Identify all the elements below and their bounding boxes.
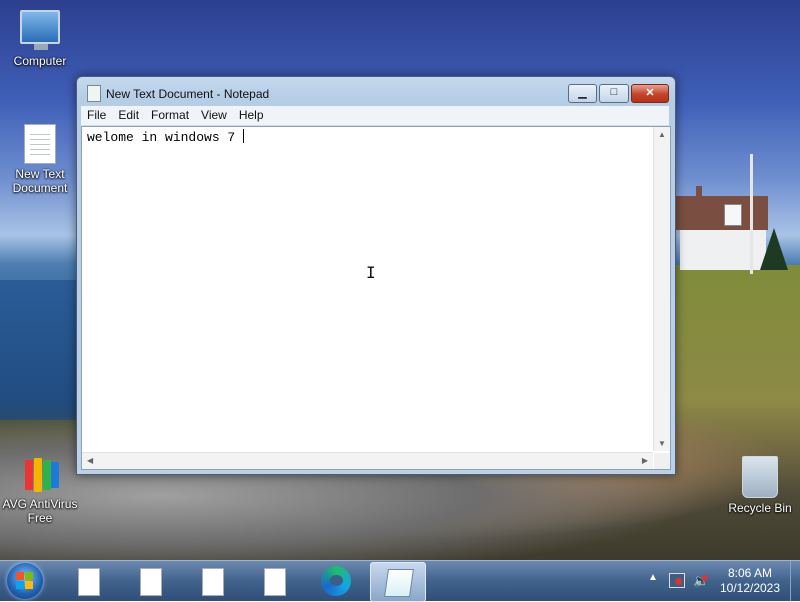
- ibeam-cursor-icon: Ι: [366, 263, 376, 282]
- document-icon: [202, 568, 224, 596]
- desktop-icon-computer[interactable]: Computer: [1, 10, 79, 68]
- start-button[interactable]: [7, 563, 43, 599]
- desktop-icon-avg-antivirus[interactable]: AVG AntiVirus Free: [1, 456, 79, 525]
- horizontal-scrollbar[interactable]: ◀ ▶: [82, 452, 653, 469]
- windows-start-icon: [16, 572, 34, 590]
- desktop-icon-recycle-bin[interactable]: Recycle Bin: [721, 456, 799, 515]
- show-desktop-button[interactable]: [790, 561, 800, 601]
- desktop-icon-new-text-document[interactable]: New Text Document: [1, 124, 79, 195]
- window-title: New Text Document - Notepad: [106, 87, 270, 101]
- desktop-icon-label: Recycle Bin: [728, 501, 792, 515]
- maximize-icon: □: [610, 86, 618, 98]
- desktop-icon-label: New Text Document: [12, 167, 68, 195]
- desktop-icon-label: AVG AntiVirus Free: [2, 497, 78, 525]
- clock[interactable]: 8:06 AM 10/12/2023: [714, 566, 786, 596]
- menu-view[interactable]: View: [195, 106, 233, 123]
- minimize-button[interactable]: ▁: [568, 84, 597, 103]
- taskbar-edge[interactable]: [309, 562, 363, 600]
- resize-grip[interactable]: [654, 453, 670, 469]
- taskbar: ▲ 🔈 8:06 AM 10/12/2023: [0, 560, 800, 602]
- text-caret: [243, 129, 245, 143]
- taskbar-document-1[interactable]: [61, 562, 115, 600]
- document-icon: [140, 568, 162, 596]
- wallpaper-house: [676, 186, 768, 272]
- clock-date: 10/12/2023: [719, 581, 781, 595]
- edge-icon: [321, 566, 351, 596]
- document-text[interactable]: welome in windows 7: [87, 129, 245, 145]
- close-button[interactable]: ✕: [631, 84, 669, 103]
- vertical-scrollbar[interactable]: ▲ ▼: [653, 127, 670, 451]
- taskbar-document-4[interactable]: [247, 562, 301, 600]
- document-icon: [264, 568, 286, 596]
- desktop-icon-label: Computer: [13, 54, 67, 68]
- maximize-button[interactable]: □: [599, 84, 629, 103]
- menu-help[interactable]: Help: [233, 106, 270, 123]
- menu-file[interactable]: File: [81, 106, 112, 123]
- taskbar-document-3[interactable]: [185, 562, 239, 600]
- taskbar-document-2[interactable]: [123, 562, 177, 600]
- menu-edit[interactable]: Edit: [112, 106, 145, 123]
- document-content: welome in windows 7: [87, 130, 244, 145]
- close-icon: ✕: [645, 87, 655, 99]
- menu-format[interactable]: Format: [145, 106, 195, 123]
- scroll-left-icon[interactable]: ◀: [87, 456, 93, 465]
- notepad-icon: [384, 569, 414, 597]
- scroll-right-icon[interactable]: ▶: [642, 456, 648, 465]
- notepad-window[interactable]: New Text Document - Notepad ▁ □ ✕ File Ed…: [76, 76, 676, 475]
- volume-muted-icon: [702, 575, 708, 581]
- clock-time: 8:06 AM: [727, 566, 773, 580]
- network-icon[interactable]: [669, 573, 685, 588]
- text-editor[interactable]: welome in windows 7 ▲ ▼ ◀ ▶: [81, 126, 671, 470]
- minimize-icon: ▁: [578, 87, 587, 99]
- title-bar[interactable]: New Text Document - Notepad ▁ □ ✕: [77, 77, 675, 107]
- document-icon: [78, 568, 100, 596]
- computer-icon: [20, 10, 60, 50]
- recycle-bin-icon: [742, 456, 778, 498]
- avg-antivirus-icon: [21, 456, 59, 494]
- show-hidden-icons-icon[interactable]: ▲: [648, 572, 658, 583]
- text-document-icon: [24, 124, 56, 164]
- notepad-app-icon[interactable]: [87, 85, 101, 102]
- wallpaper-flagpole: [750, 154, 753, 274]
- scroll-up-icon[interactable]: ▲: [654, 130, 670, 139]
- taskbar-notepad[interactable]: [370, 562, 426, 602]
- system-tray: ▲ 🔈 8:06 AM 10/12/2023: [640, 561, 800, 601]
- scroll-down-icon[interactable]: ▼: [654, 439, 670, 448]
- menu-bar: File Edit Format View Help: [81, 106, 669, 126]
- wallpaper-tree: [760, 228, 788, 270]
